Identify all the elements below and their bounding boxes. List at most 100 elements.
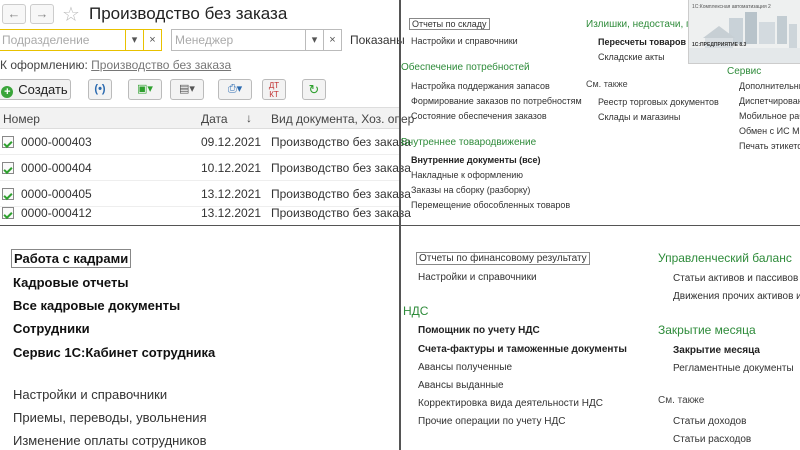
- vat-item[interactable]: Авансы выданные: [418, 380, 504, 391]
- employee-cabinet-link[interactable]: Сервис 1С:Кабинет сотрудника: [13, 345, 215, 360]
- service-item[interactable]: Обмен с ИС МП: [739, 126, 800, 136]
- exchange-button[interactable]: (•): [88, 79, 112, 100]
- service-item[interactable]: Печать этикеток: [739, 141, 800, 151]
- refresh-icon: ↻: [308, 82, 320, 97]
- see-also-heading: См. также: [586, 79, 628, 89]
- row-number: 0000-000404: [21, 161, 92, 175]
- see-also-item[interactable]: Реестр торговых документов: [598, 97, 719, 107]
- reports-menu-button[interactable]: ▤▾: [170, 79, 204, 100]
- posted-document-icon: [2, 162, 14, 174]
- month-close-item[interactable]: Регламентные документы: [673, 363, 794, 374]
- vat-item[interactable]: Помощник по учету НДС: [418, 325, 540, 336]
- sort-down-icon: ↓: [246, 111, 252, 125]
- printer-icon: ⎙▾: [227, 83, 243, 95]
- copy-docs-icon: ▣▾: [137, 83, 153, 95]
- table-row[interactable]: 0000-000404 10.12.2021 Производство без …: [0, 155, 411, 181]
- service-section-heading: Сервис: [727, 66, 762, 77]
- hr-reports-link[interactable]: Кадровые отчеты: [13, 275, 128, 290]
- employees-link[interactable]: Сотрудники: [13, 321, 90, 336]
- month-close-item[interactable]: Закрытие месяца: [673, 345, 760, 356]
- registration-prefix: К оформлению:: [0, 58, 88, 72]
- service-item[interactable]: Диспетчирование: [739, 96, 800, 106]
- management-item[interactable]: Движения прочих активов и п: [673, 291, 800, 302]
- service-item[interactable]: Дополнительны: [739, 81, 800, 91]
- create-button[interactable]: + Создать: [0, 79, 71, 100]
- internal-item[interactable]: Накладные к оформлению: [411, 170, 523, 180]
- vat-item[interactable]: Авансы полученные: [418, 362, 512, 373]
- row-date: 13.12.2021: [201, 187, 262, 201]
- arrow-right-icon: →: [35, 6, 49, 21]
- row-type: Производство без заказа: [271, 161, 411, 175]
- table-header: Номер Дата ↓ Вид документа, Хоз. опер: [0, 107, 414, 129]
- finance-settings-link[interactable]: Настройки и справочники: [418, 272, 537, 283]
- table-row[interactable]: 0000-000412 13.12.2021 Производство без …: [0, 200, 411, 226]
- department-clear-button[interactable]: ×: [144, 29, 162, 51]
- see-also-item[interactable]: Склады и магазины: [598, 112, 680, 122]
- vat-item[interactable]: Прочие операции по учету НДС: [418, 416, 565, 427]
- hiring-link[interactable]: Приемы, переводы, увольнения: [13, 410, 207, 425]
- month-close-heading: Закрытие месяца: [658, 323, 756, 337]
- column-date[interactable]: Дата: [201, 112, 228, 126]
- city-illustration-icon: [689, 12, 800, 63]
- warehouse-acts-link[interactable]: Складские акты: [598, 52, 665, 62]
- recount-link[interactable]: Пересчеты товаров: [598, 37, 686, 47]
- row-number: 0000-000412: [21, 206, 92, 220]
- registration-line: К оформлению: Производство без заказа: [0, 58, 231, 72]
- financial-reports-link[interactable]: Отчеты по финансовому результату: [416, 252, 590, 265]
- favorite-star-icon[interactable]: ☆: [62, 2, 80, 27]
- all-hr-documents-link[interactable]: Все кадровые документы: [13, 298, 180, 313]
- manager-dropdown-button[interactable]: ▾: [306, 29, 324, 51]
- row-number: 0000-000405: [21, 187, 92, 201]
- row-date: 09.12.2021: [201, 135, 262, 149]
- management-item[interactable]: Статьи активов и пассивов: [673, 273, 798, 284]
- warehouse-settings-link[interactable]: Настройки и справочники: [411, 36, 518, 46]
- hr-work-link[interactable]: Работа с кадрами: [11, 249, 132, 268]
- row-type: Производство без заказа: [271, 135, 411, 149]
- see-also-item[interactable]: Статьи доходов: [673, 416, 746, 427]
- internal-movement-heading: Внутреннее товародвижение: [401, 137, 537, 148]
- arrow-left-icon: ←: [7, 6, 21, 21]
- manager-clear-button[interactable]: ×: [324, 29, 342, 51]
- see-also-item[interactable]: Статьи расходов: [673, 434, 751, 445]
- supply-item[interactable]: Настройка поддержания запасов: [411, 81, 550, 91]
- warehouse-reports-link[interactable]: Отчеты по складу: [409, 18, 490, 30]
- create-button-label: Создать: [18, 82, 68, 97]
- supply-item[interactable]: Формирование заказов по потребностям: [411, 96, 582, 106]
- column-doc-type[interactable]: Вид документа, Хоз. опер: [271, 112, 414, 126]
- debit-credit-icon: ДТ КТ: [268, 81, 280, 99]
- page-title: Производство без заказа: [89, 4, 288, 23]
- back-button[interactable]: ←: [2, 4, 26, 24]
- internal-item[interactable]: Перемещение обособленных товаров: [411, 200, 570, 210]
- vat-item[interactable]: Корректировка вида деятельности НДС: [418, 398, 603, 409]
- service-item[interactable]: Мобильное рабо: [739, 111, 800, 121]
- table-row[interactable]: 0000-000403 09.12.2021 Производство без …: [0, 129, 411, 155]
- chevron-down-icon: ▾: [131, 34, 138, 46]
- close-icon: ×: [149, 34, 156, 46]
- row-number: 0000-000403: [21, 135, 92, 149]
- refresh-button[interactable]: ↻: [302, 79, 326, 100]
- splash-screen: 1С:Комплексная автоматизация 2 1С:ПРЕДПР…: [688, 0, 800, 64]
- manager-filter-input[interactable]: Менеджер: [171, 29, 306, 51]
- column-number[interactable]: Номер: [3, 112, 40, 126]
- management-balance-heading: Управленческий баланс: [658, 251, 792, 265]
- vat-item[interactable]: Счета-фактуры и таможенные документы: [418, 344, 627, 355]
- row-type: Производство без заказа: [271, 206, 411, 220]
- department-filter-input[interactable]: Подразделение: [0, 29, 126, 51]
- horizontal-divider: [0, 225, 800, 226]
- registration-link[interactable]: Производство без заказа: [91, 58, 231, 72]
- salary-change-link[interactable]: Изменение оплаты сотрудников: [13, 433, 207, 448]
- see-also-heading: См. также: [658, 395, 705, 406]
- vat-section-heading: НДС: [403, 304, 429, 318]
- internal-item[interactable]: Заказы на сборку (разборку): [411, 185, 530, 195]
- row-type: Производство без заказа: [271, 187, 411, 201]
- hr-settings-link[interactable]: Настройки и справочники: [13, 387, 167, 402]
- internal-item[interactable]: Внутренние документы (все): [411, 155, 540, 165]
- create-based-on-button[interactable]: ▣▾: [128, 79, 162, 100]
- posting-journal-button[interactable]: ДТ КТ: [262, 79, 286, 100]
- supply-item[interactable]: Состояние обеспечения заказов: [411, 111, 547, 121]
- department-dropdown-button[interactable]: ▾: [126, 29, 144, 51]
- forward-button[interactable]: →: [30, 4, 54, 24]
- posted-document-icon: [2, 207, 14, 219]
- row-date: 10.12.2021: [201, 161, 262, 175]
- print-button[interactable]: ⎙▾: [218, 79, 252, 100]
